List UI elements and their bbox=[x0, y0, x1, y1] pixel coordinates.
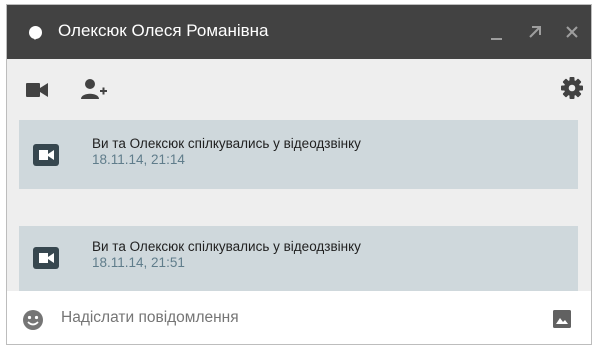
close-icon[interactable] bbox=[561, 21, 583, 43]
emoji-icon[interactable] bbox=[22, 309, 44, 336]
message-text: Ви та Олексюк спілкувались у відеодзвінк… bbox=[92, 136, 361, 151]
message-timestamp: 18.11.14, 21:51 bbox=[92, 255, 185, 270]
add-person-icon[interactable] bbox=[81, 78, 107, 105]
settings-icon[interactable] bbox=[561, 77, 583, 104]
message-text: Ви та Олексюк спілкувались у відеодзвінк… bbox=[92, 239, 361, 254]
presence-icon bbox=[29, 26, 42, 40]
video-call-icon bbox=[33, 247, 59, 269]
minimize-icon[interactable] bbox=[486, 21, 508, 43]
message-item: Ви та Олексюк спілкувались у відеодзвінк… bbox=[19, 226, 578, 291]
message-timestamp: 18.11.14, 21:14 bbox=[92, 152, 185, 167]
contact-name[interactable]: Олексюк Олеся Романівна bbox=[58, 20, 269, 42]
composer bbox=[7, 291, 591, 344]
chat-toolbar bbox=[7, 59, 591, 120]
chat-window: Олексюк Олеся Романівна Ви та Олексюк сп… bbox=[6, 4, 592, 345]
message-item: Ви та Олексюк спілкувались у відеодзвінк… bbox=[19, 120, 578, 189]
message-input[interactable] bbox=[61, 304, 531, 332]
video-call-icon[interactable] bbox=[26, 83, 48, 102]
video-call-icon bbox=[33, 144, 59, 166]
message-list[interactable]: Ви та Олексюк спілкувались у відеодзвінк… bbox=[7, 120, 591, 291]
popout-icon[interactable] bbox=[524, 21, 546, 43]
insert-image-icon[interactable] bbox=[553, 310, 571, 333]
chat-titlebar[interactable]: Олексюк Олеся Романівна bbox=[7, 5, 591, 59]
